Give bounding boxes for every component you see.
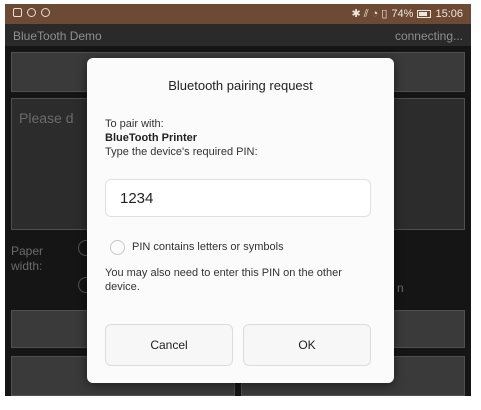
connection-status: connecting... xyxy=(394,29,463,43)
background-radio-label: n xyxy=(397,281,404,295)
status-icons-left xyxy=(13,8,50,17)
phone-screen: ✱ ⫽ ◔ ▯ 74% 15:06 BlueTooth Demo connect… xyxy=(5,4,471,396)
background-placeholder: Please d xyxy=(19,110,74,126)
background-paper-width-label: Paper width: xyxy=(11,244,44,273)
pin-input[interactable] xyxy=(105,179,371,217)
image-icon xyxy=(13,8,22,17)
circle-icon xyxy=(27,8,36,17)
dialog-title: Bluetooth pairing request xyxy=(168,78,313,93)
ok-button[interactable]: OK xyxy=(243,324,371,366)
app-title-bar: BlueTooth Demo connecting... xyxy=(5,24,471,46)
cancel-button[interactable]: Cancel xyxy=(105,324,233,366)
device-name: BlueTooth Printer xyxy=(105,132,198,144)
circle-icon xyxy=(41,8,50,17)
pin-note: You may also need to enter this PIN on t… xyxy=(105,267,342,293)
letters-symbols-checkbox[interactable] xyxy=(110,240,125,255)
battery-icon xyxy=(417,10,432,18)
status-icons-right: ✱ ⫽ ◔ ▯ 74% 15:06 xyxy=(351,7,463,21)
pin-instruction: Type the device's required PIN: xyxy=(105,146,258,158)
system-indicators: ✱ ⫽ ◔ ▯ xyxy=(351,8,388,20)
to-pair-label: To pair with: xyxy=(105,118,164,130)
battery-percent: 74% xyxy=(391,8,414,20)
checkbox-label: PIN contains letters or symbols xyxy=(132,241,284,253)
pairing-dialog: Bluetooth pairing request To pair with: … xyxy=(87,58,394,383)
status-bar: ✱ ⫽ ◔ ▯ 74% 15:06 xyxy=(5,4,471,24)
clock: 15:06 xyxy=(435,8,463,20)
app-title: BlueTooth Demo xyxy=(13,29,102,43)
